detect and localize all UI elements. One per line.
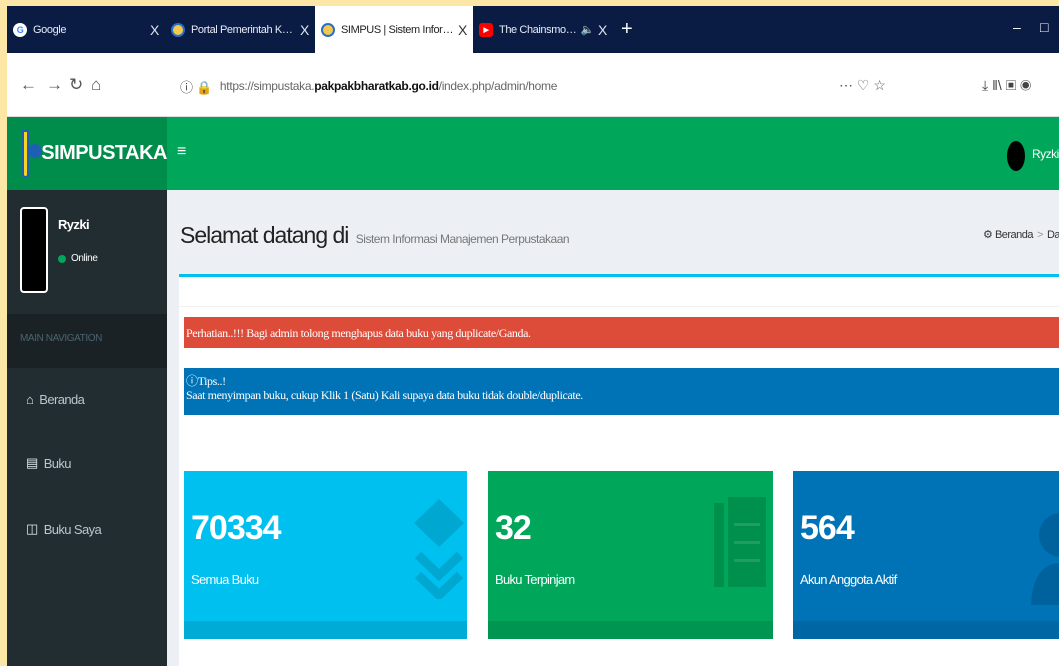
url-host: pakpakbharatkab.go.id xyxy=(314,79,439,93)
tab-title: SIMPUS | Sistem Informasi Mana xyxy=(341,23,454,36)
dashboard-icon: ⚙ xyxy=(983,229,993,241)
home-icon[interactable]: ⌂ xyxy=(91,75,101,95)
url-prefix: https://simpustaka. xyxy=(219,79,315,93)
portal-favicon xyxy=(171,22,185,37)
logo-icon xyxy=(22,129,43,178)
info-icon: ⓘ xyxy=(186,374,198,388)
stat-card-semua-buku[interactable]: 70334 Semua Buku xyxy=(184,471,467,639)
page-subtitle: Sistem Informasi Manajemen Perpustakaan xyxy=(355,232,570,246)
stat-label: Akun Anggota Aktif xyxy=(800,572,897,587)
home-icon: ⌂ xyxy=(26,391,34,407)
card-footer[interactable] xyxy=(793,621,1059,639)
breadcrumb-separator: > xyxy=(1037,229,1043,241)
tab-title: Google xyxy=(33,23,67,36)
user-icon xyxy=(1031,513,1059,605)
card-footer[interactable] xyxy=(488,621,773,639)
back-icon[interactable]: ← xyxy=(20,75,37,95)
sidebar: Ryzki Online MAIN NAVIGATION ⌂ Beranda ▤… xyxy=(7,190,167,666)
sidebar-user-name: Ryzki xyxy=(58,217,90,232)
warning-alert: Perhatian..!!! Bagi admin tolong menghap… xyxy=(184,317,1059,348)
simpus-favicon xyxy=(321,22,335,37)
divider xyxy=(179,306,1059,307)
page-title: Selamat datang di Sistem Informasi Manaj… xyxy=(180,222,570,249)
tab-youtube[interactable]: ▶ The Chainsmokers - Closer ( 🔈 X xyxy=(473,6,613,53)
close-icon[interactable]: X xyxy=(150,22,159,38)
tab-strip: G Google X Portal Pemerintah Kabupaten P… xyxy=(7,6,1059,53)
page-title-text: Selamat datang di xyxy=(180,222,349,248)
tab-simpus[interactable]: SIMPUS | Sistem Informasi Mana X xyxy=(315,6,473,53)
stat-value: 70334 xyxy=(191,509,282,547)
reload-icon[interactable]: ↻ xyxy=(69,75,83,95)
youtube-icon: ▶ xyxy=(479,22,493,37)
stat-card-buku-terpinjam[interactable]: 32 Buku Terpinjam xyxy=(488,471,773,639)
sidebar-item-beranda[interactable]: ⌂ Beranda xyxy=(7,384,167,414)
stack-icon xyxy=(414,499,464,599)
card-footer[interactable] xyxy=(184,621,467,639)
sidebar-item-label: Beranda xyxy=(39,391,85,407)
brand[interactable]: SIMPUSTAKA xyxy=(7,117,167,190)
status-dot-icon xyxy=(58,254,66,263)
warning-text: Perhatian..!!! Bagi admin tolong menghap… xyxy=(186,326,531,340)
breadcrumb-current: Dasl xyxy=(1046,229,1059,241)
google-icon: G xyxy=(13,22,27,37)
breadcrumb-home[interactable]: Beranda xyxy=(995,229,1034,241)
stat-label: Semua Buku xyxy=(191,572,259,587)
sidebar-item-buku-saya[interactable]: ◫ Buku Saya xyxy=(7,514,167,544)
stat-value: 564 xyxy=(800,509,855,547)
book-icon: ▤ xyxy=(26,455,38,470)
new-tab-button[interactable]: + xyxy=(621,18,633,41)
restore-icon[interactable]: □ xyxy=(1040,19,1048,35)
status-label: Online xyxy=(71,253,98,264)
tab-google[interactable]: G Google X xyxy=(7,6,165,53)
nav-header: MAIN NAVIGATION xyxy=(7,314,167,368)
close-icon[interactable]: X xyxy=(300,22,309,38)
stat-value: 32 xyxy=(495,509,532,547)
sidebar-item-label: Buku xyxy=(43,455,72,471)
user-photo xyxy=(20,207,48,293)
content-box: Perhatian..!!! Bagi admin tolong menghap… xyxy=(179,274,1059,666)
forward-icon[interactable]: → xyxy=(46,75,63,95)
sidebar-toggle-icon[interactable]: ≡ xyxy=(177,143,186,161)
page-actions-icon[interactable]: ⋯ ♡ ☆ xyxy=(839,77,886,94)
url-bar[interactable]: ⓘ 🔒 https://simpustaka. pakpakbharatkab.g… xyxy=(170,71,910,101)
toolbar-icons[interactable]: ⤓ ‖\ ▣ ◉ xyxy=(982,77,1031,94)
tips-title: Tips..! xyxy=(197,374,227,388)
tips-body: Saat menyimpan buku, cukup Klik 1 (Satu)… xyxy=(186,388,583,402)
book-icon xyxy=(714,497,766,587)
stat-card-akun-anggota[interactable]: 564 Akun Anggota Aktif xyxy=(793,471,1059,639)
sidebar-item-label: Buku Saya xyxy=(43,521,102,537)
close-icon[interactable]: X xyxy=(598,22,607,38)
stat-label: Buku Terpinjam xyxy=(495,572,575,587)
tab-title: The Chainsmokers - Closer ( xyxy=(499,23,577,36)
tab-title: Portal Pemerintah Kabupaten Pa xyxy=(191,23,296,36)
user-status: Online xyxy=(58,253,98,264)
lock-icon: ⓘ 🔒 xyxy=(180,79,212,95)
header-user-name[interactable]: Ryzki xyxy=(1032,147,1059,161)
close-icon[interactable]: X xyxy=(458,22,467,38)
minimize-icon[interactable]: – xyxy=(1013,19,1021,35)
tab-portal[interactable]: Portal Pemerintah Kabupaten Pa X xyxy=(165,6,315,53)
breadcrumb: ⚙ Beranda>Dasl xyxy=(983,228,1059,241)
brand-name: SIMPUSTAKA xyxy=(41,142,167,164)
columns-icon: ◫ xyxy=(26,521,38,536)
avatar[interactable] xyxy=(1007,141,1025,171)
navigation-bar: ← → ↻ ⌂ ⓘ 🔒 https://simpustaka. pakpakbha… xyxy=(7,53,1059,117)
url-path: /index.php/admin/home xyxy=(438,79,558,93)
main-content: Selamat datang di Sistem Informasi Manaj… xyxy=(167,190,1059,666)
browser-window: G Google X Portal Pemerintah Kabupaten P… xyxy=(7,6,1059,666)
speaker-icon[interactable]: 🔈 xyxy=(581,23,595,36)
app-header: SIMPUSTAKA ≡ Ryzki xyxy=(7,117,1059,190)
tips-alert: ⓘTips..! Saat menyimpan buku, cukup Klik… xyxy=(184,368,1059,415)
sidebar-item-buku[interactable]: ▤ Buku xyxy=(7,448,167,478)
